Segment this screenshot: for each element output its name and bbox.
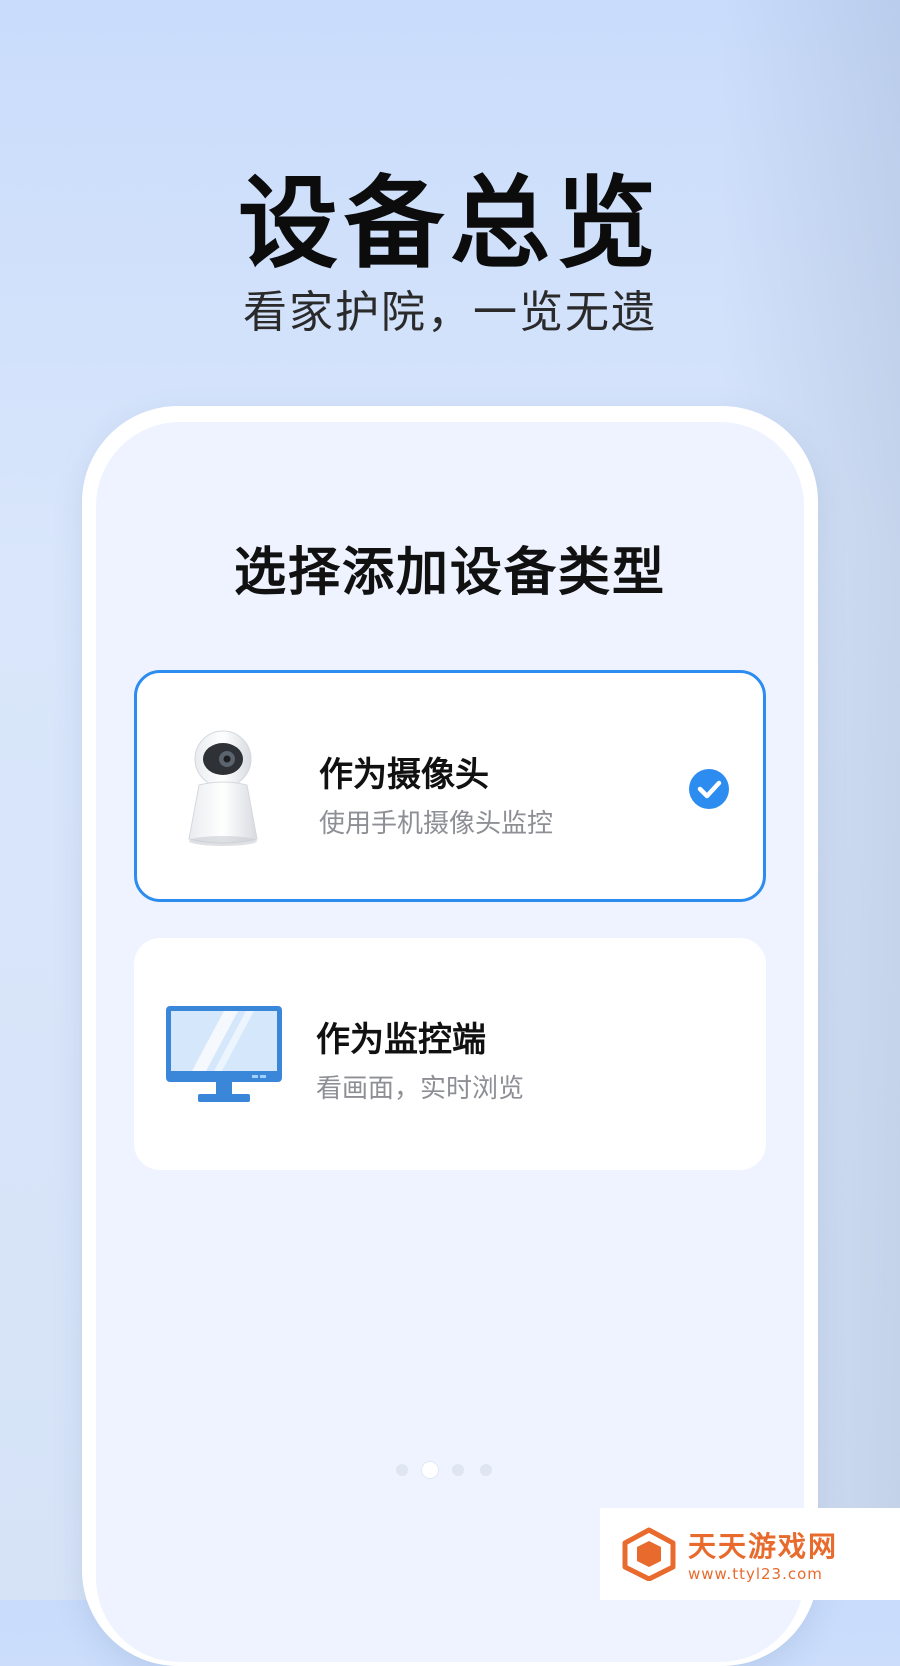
option-card-camera[interactable]: 作为摄像头 使用手机摄像头监控 [134, 670, 766, 902]
option-subtitle: 使用手机摄像头监控 [319, 809, 554, 839]
page-dot [480, 1464, 492, 1476]
page-dot-active [422, 1462, 438, 1478]
page-indicator [396, 1460, 506, 1480]
camera-icon [188, 730, 258, 846]
watermark-url: www.ttyl23.com [688, 1565, 823, 1583]
monitor-icon [166, 1006, 282, 1102]
check-icon [689, 769, 729, 809]
page-dot [452, 1464, 464, 1476]
watermark-name: 天天游戏网 [688, 1530, 839, 1563]
page-title: 设备总览 [238, 165, 662, 282]
screen-title: 选择添加设备类型 [233, 543, 666, 603]
watermark-logo-icon [622, 1527, 676, 1581]
option-card-monitor[interactable]: 作为监控端 看画面，实时浏览 [134, 938, 766, 1170]
option-title: 作为摄像头 [319, 755, 489, 795]
page-subtitle: 看家护院，一览无遗 [243, 287, 657, 338]
option-title: 作为监控端 [316, 1020, 486, 1060]
page-dot [396, 1464, 408, 1476]
watermark: 天天游戏网 www.ttyl23.com [600, 1508, 900, 1600]
option-subtitle: 看画面，实时浏览 [316, 1074, 525, 1104]
